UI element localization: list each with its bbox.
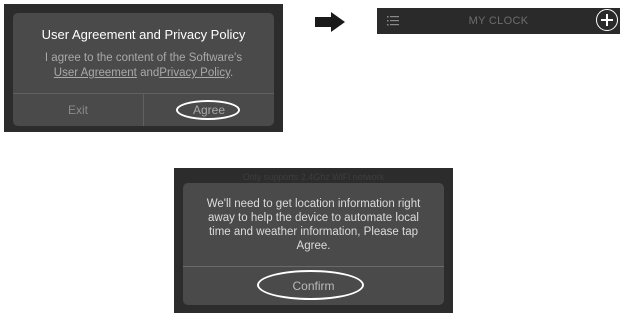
exit-button-label: Exit	[67, 103, 88, 117]
privacy-policy-link[interactable]: Privacy Policy	[159, 67, 230, 79]
right-arrow-icon	[315, 12, 345, 32]
location-dialog: We'll need to get location information r…	[183, 183, 444, 305]
dialog-body: I agree to the content of the Software's…	[21, 51, 266, 81]
location-screen: Only supports 2.4Ghz WiFi network We'll …	[174, 168, 453, 313]
highlight-ring	[176, 100, 240, 120]
wifi-hint: Only supports 2.4Ghz WiFi network	[242, 172, 385, 182]
connector-text: and	[140, 67, 160, 79]
agreement-dialog: User Agreement and Privacy Policy I agre…	[13, 13, 274, 126]
add-circle-icon[interactable]	[596, 9, 618, 31]
agreement-screen: User Agreement and Privacy Policy I agre…	[4, 4, 283, 132]
agreement-text: I agree to the content of the Software's	[44, 52, 243, 64]
highlight-ring	[257, 270, 364, 300]
exit-button[interactable]: Exit	[13, 94, 143, 126]
confirm-button[interactable]: Confirm	[183, 267, 444, 305]
app-title: MY CLOCK	[468, 15, 529, 27]
agree-button[interactable]: Agree	[144, 94, 274, 126]
period-text: .	[230, 67, 234, 79]
app-header: MY CLOCK	[377, 8, 620, 34]
user-agreement-link[interactable]: User Agreement	[54, 67, 137, 79]
dialog-title: User Agreement and Privacy Policy	[41, 27, 246, 42]
dialog-message: We'll need to get location information r…	[206, 198, 421, 252]
